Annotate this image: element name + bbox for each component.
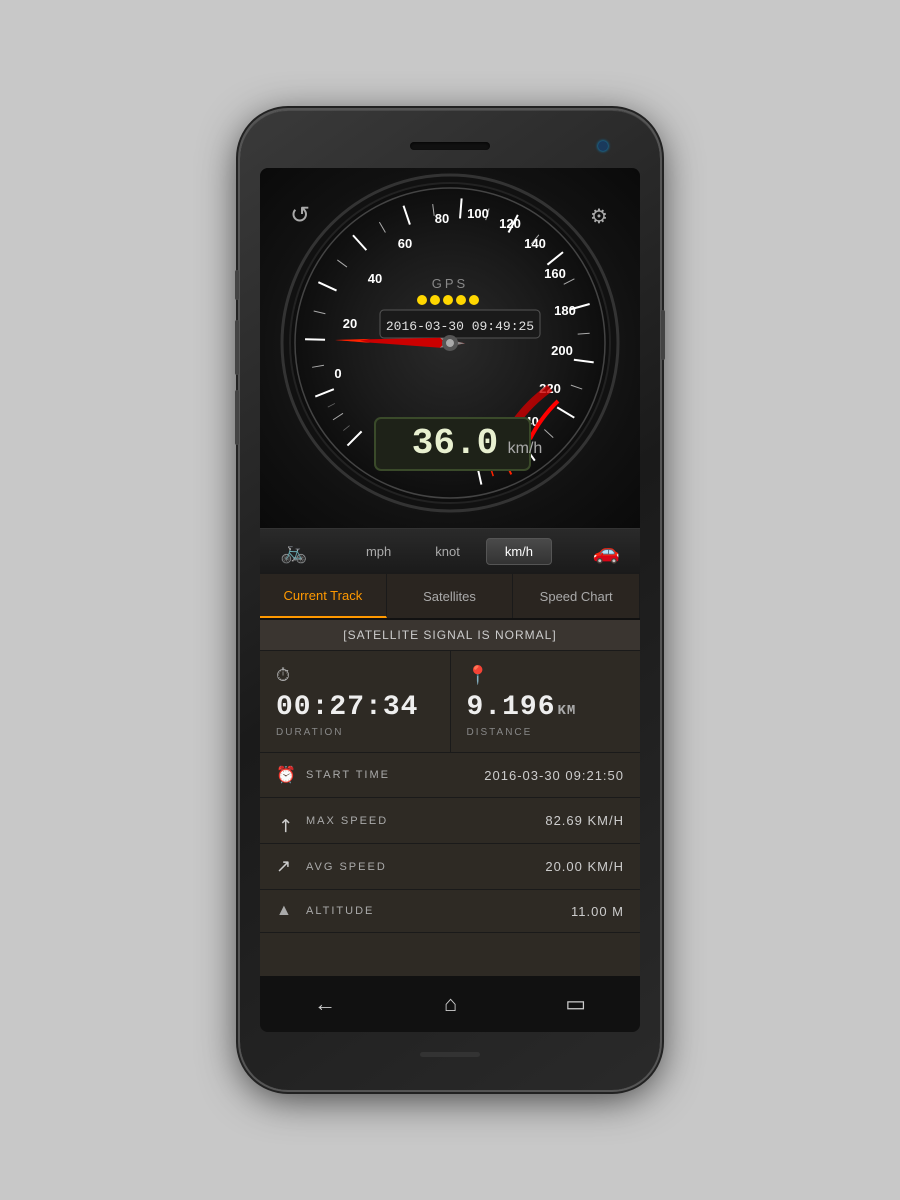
svg-text:80: 80: [435, 211, 449, 226]
start-time-icon: ⏰: [276, 765, 306, 785]
altitude-label: ALTITUDE: [306, 905, 571, 917]
max-speed-label: MAX SPEED: [306, 815, 545, 827]
phone-bottom-area: [420, 1036, 480, 1072]
phone-screen: 0 20 40 60 80 100 120 140 160 180 200 22…: [260, 168, 640, 1032]
bottom-nav: ← ⌂ ▭: [260, 976, 640, 1032]
distance-value: 9.196KM: [467, 692, 625, 723]
phone-device: 0 20 40 60 80 100 120 140 160 180 200 22…: [240, 110, 660, 1090]
duration-icon: ⏱: [276, 665, 434, 686]
distance-icon: 📍: [467, 665, 625, 686]
duration-label: DURATION: [276, 727, 434, 738]
refresh-icon[interactable]: ↺: [290, 202, 310, 229]
tab-current-track[interactable]: Current Track: [260, 574, 387, 618]
volume-up-button[interactable]: [235, 320, 239, 375]
recent-apps-button[interactable]: ▭: [565, 991, 586, 1017]
content-area: [SATELLITE SIGNAL IS NORMAL] ⏱ 00:27:34 …: [260, 620, 640, 976]
svg-text:140: 140: [524, 236, 546, 251]
datetime-display: 2016-03-30 09:49:25: [386, 319, 534, 334]
start-time-label: START TIME: [306, 769, 484, 781]
tab-speed-chart[interactable]: Speed Chart: [513, 574, 640, 618]
svg-text:40: 40: [368, 271, 382, 286]
altitude-row: ▲ ALTITUDE 11.00 M: [260, 890, 640, 933]
avg-speed-value: 20.00 KM/H: [545, 859, 624, 874]
settings-icon[interactable]: ⚙: [590, 206, 608, 228]
svg-text:180: 180: [554, 303, 576, 318]
speedometer-section: 0 20 40 60 80 100 120 140 160 180 200 22…: [260, 168, 640, 528]
speed-display: 36.0: [412, 423, 498, 464]
bike-icon: 🚲: [280, 539, 307, 565]
distance-stat: 📍 9.196KM DISTANCE: [451, 651, 641, 752]
phone-camera: [598, 141, 608, 151]
car-icon: 🚗: [593, 539, 620, 565]
max-speed-icon: ↗: [273, 802, 309, 838]
phone-speaker: [410, 142, 490, 150]
stats-top-row: ⏱ 00:27:34 DURATION 📍 9.196KM DISTANCE: [260, 651, 640, 753]
start-time-row: ⏰ START TIME 2016-03-30 09:21:50: [260, 753, 640, 798]
kmh-button[interactable]: km/h: [486, 538, 552, 565]
volume-button-right[interactable]: [661, 310, 665, 360]
volume-down-button[interactable]: [235, 390, 239, 445]
svg-text:20: 20: [343, 316, 357, 331]
avg-speed-label: AVG SPEED: [306, 861, 545, 873]
speed-unit-display: km/h: [508, 440, 543, 457]
tab-satellites[interactable]: Satellites: [387, 574, 514, 618]
duration-stat: ⏱ 00:27:34 DURATION: [260, 651, 451, 752]
start-time-value: 2016-03-30 09:21:50: [484, 768, 624, 783]
svg-text:120: 120: [499, 216, 521, 231]
gps-label: GPS: [432, 276, 468, 291]
max-speed-value: 82.69 KM/H: [545, 813, 624, 828]
svg-text:160: 160: [544, 266, 566, 281]
altitude-value: 11.00 M: [571, 904, 624, 919]
tabs-bar: Current Track Satellites Speed Chart: [260, 574, 640, 620]
units-bar: 🚲 mph knot km/h 🚗: [260, 528, 640, 574]
home-indicator: [420, 1052, 480, 1057]
avg-speed-row: ↗ AVG SPEED 20.00 KM/H: [260, 844, 640, 890]
svg-text:200: 200: [551, 343, 573, 358]
mph-button[interactable]: mph: [348, 538, 409, 565]
svg-text:60: 60: [398, 236, 412, 251]
home-button[interactable]: ⌂: [444, 991, 457, 1017]
knot-button[interactable]: knot: [417, 538, 478, 565]
svg-text:0: 0: [334, 366, 341, 381]
distance-label: DISTANCE: [467, 727, 625, 738]
back-button[interactable]: ←: [314, 991, 336, 1017]
phone-top-area: [252, 128, 648, 164]
avg-speed-icon: ↗: [276, 856, 306, 877]
altitude-icon: ▲: [276, 902, 306, 920]
svg-text:100: 100: [467, 206, 489, 221]
max-speed-row: ↗ MAX SPEED 82.69 KM/H: [260, 798, 640, 844]
power-button[interactable]: [235, 270, 239, 300]
satellite-status-banner: [SATELLITE SIGNAL IS NORMAL]: [260, 620, 640, 651]
duration-value: 00:27:34: [276, 692, 434, 723]
